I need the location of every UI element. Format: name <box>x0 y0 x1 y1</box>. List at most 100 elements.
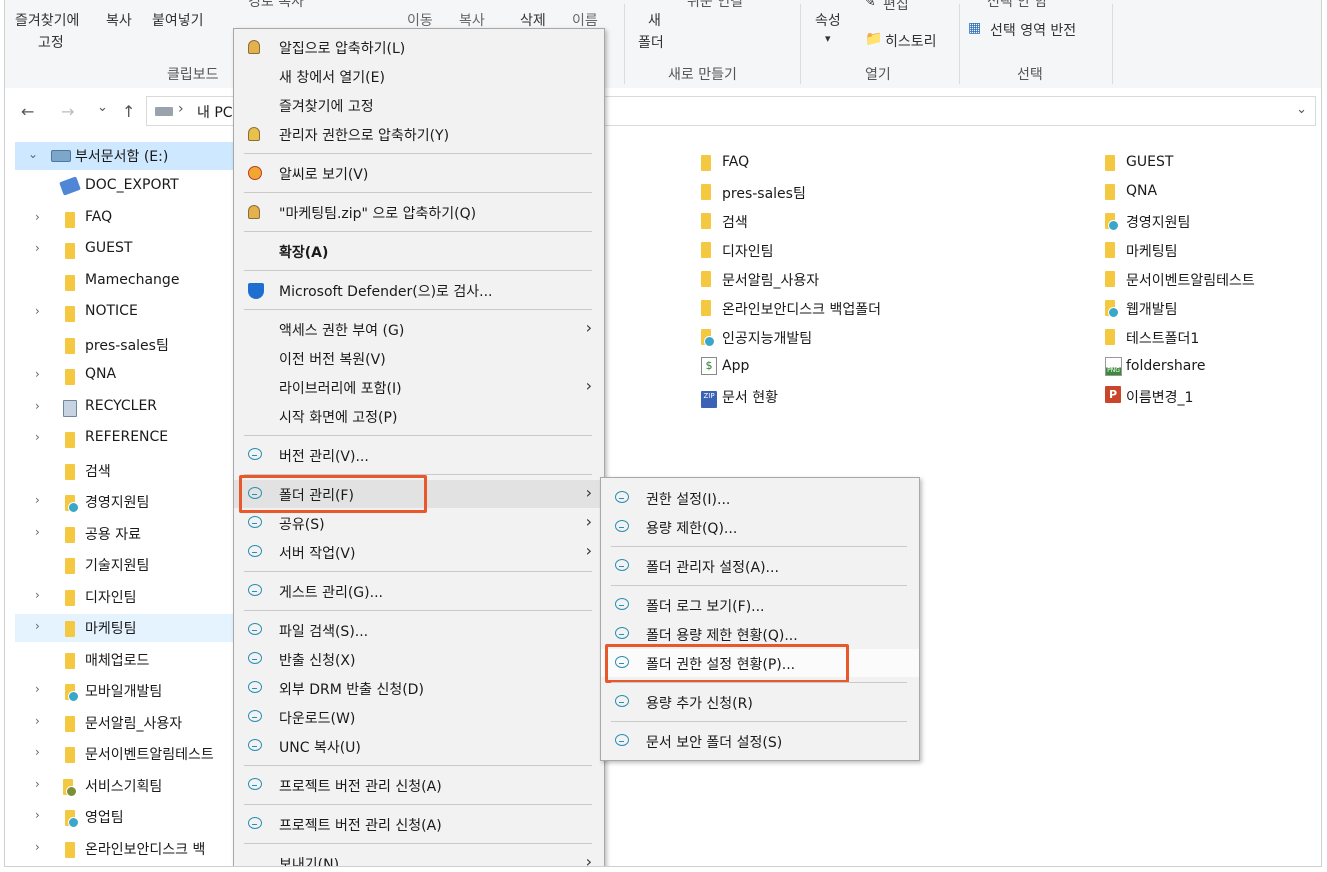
tree-item[interactable]: › 영업팀 <box>15 803 235 831</box>
copy-button[interactable]: 복사 <box>106 10 132 30</box>
tree-item[interactable]: › 모바일개발팀 <box>15 677 235 705</box>
submenu-item-quota-limit[interactable]: 용량 제한(Q)... <box>601 513 919 541</box>
menu-item-defender-scan[interactable]: Microsoft Defender(으)로 검사... <box>234 276 604 304</box>
tree-item[interactable]: › RECYCLER <box>15 394 235 422</box>
menu-item-alsee[interactable]: 알씨로 보기(V) <box>234 159 604 187</box>
tree-item[interactable]: › 서비스기획팀 <box>15 772 235 800</box>
tree-item[interactable]: › QNA <box>15 362 235 390</box>
copy-path-button[interactable]: 경로 복사 <box>248 0 304 11</box>
menu-item-alzip[interactable]: 알집으로 압축하기(L) <box>234 33 604 61</box>
menu-item-admin-compress[interactable]: 관리자 권한으로 압축하기(Y) <box>234 120 604 148</box>
select-none-button[interactable]: 선택 안 함 <box>987 0 1047 11</box>
submenu-item-folder-admin[interactable]: 폴더 관리자 설정(A)... <box>601 552 919 580</box>
move-to-button[interactable]: 이동 <box>407 10 433 30</box>
menu-item-send-to[interactable]: 보내기(N) › <box>234 849 604 866</box>
menu-item-compress-zip[interactable]: "마케팅팀.zip" 으로 압축하기(Q) <box>234 198 604 226</box>
chevron-right-icon[interactable]: › <box>35 430 40 444</box>
forward-button[interactable]: → <box>61 102 74 121</box>
chevron-right-icon[interactable]: › <box>35 210 40 224</box>
chevron-right-icon[interactable]: › <box>35 304 40 318</box>
tree-item[interactable]: › REFERENCE <box>15 425 235 453</box>
menu-item-file-search[interactable]: 파일 검색(S)... <box>234 616 604 644</box>
tree-item[interactable]: › NOTICE <box>15 299 235 327</box>
pin-quick-access-button[interactable]: 즐겨찾기에 <box>15 10 79 30</box>
menu-item-share[interactable]: 공유(S) › <box>234 509 604 537</box>
chevron-right-icon[interactable]: › <box>35 777 40 791</box>
tree-item[interactable]: › 디자인팀 <box>15 583 235 611</box>
new-folder-button[interactable]: 새 <box>648 10 661 30</box>
chevron-right-icon[interactable]: › <box>35 714 40 728</box>
menu-item-version-control[interactable]: 버전 관리(V)... <box>234 441 604 469</box>
menu-item-open-new-window[interactable]: 새 창에서 열기(E) <box>234 62 604 90</box>
tree-item-label: 모바일개발팀 <box>85 684 163 700</box>
paste-button[interactable]: 붙여넣기 <box>152 10 204 30</box>
tree-item-drive[interactable]: ⌄ 부서문서함 (E:) <box>15 142 235 170</box>
delete-button[interactable]: 삭제 <box>520 10 546 30</box>
menu-item-expand[interactable]: 확장(A) <box>234 237 604 265</box>
chevron-right-icon[interactable]: › <box>35 493 40 507</box>
tree-item[interactable]: 기술지원팀 <box>15 551 235 579</box>
menu-item-unc-copy[interactable]: UNC 복사(U) <box>234 732 604 760</box>
tree-item-label: QNA <box>85 366 117 382</box>
menu-item-give-access[interactable]: 액세스 권한 부여 (G) › <box>234 315 604 343</box>
menu-item-download[interactable]: 다운로드(W) <box>234 703 604 731</box>
tree-item[interactable]: › 문서이벤트알림테스트 <box>15 740 235 768</box>
easy-access-button[interactable]: 쉬운 연결 <box>687 0 743 11</box>
menu-item-project-version-2[interactable]: 프로젝트 버전 관리 신청(A) <box>234 810 604 838</box>
submenu-item-add-quota[interactable]: 용량 추가 신청(R) <box>601 688 919 716</box>
invert-selection-button[interactable]: 선택 영역 반전 <box>990 20 1076 40</box>
tree-item[interactable]: › GUEST <box>15 236 235 264</box>
menu-item-server-task[interactable]: 서버 작업(V) › <box>234 538 604 566</box>
menu-item-project-version[interactable]: 프로젝트 버전 관리 신청(A) <box>234 771 604 799</box>
chevron-right-icon[interactable]: › <box>35 399 40 413</box>
up-button[interactable]: ↑ <box>122 102 135 121</box>
tree-item-label: 영업팀 <box>85 810 124 826</box>
submenu-item-secure-folder[interactable]: 문서 보안 폴더 설정(S) <box>601 727 919 755</box>
properties-button[interactable]: 속성 <box>815 10 841 30</box>
menu-item-pin-quick-access[interactable]: 즐겨찾기에 고정 <box>234 91 604 119</box>
menu-item-label: 폴더 용량 제한 현황(Q)... <box>646 628 798 644</box>
menu-item-drm-export[interactable]: 외부 DRM 반출 신청(D) <box>234 674 604 702</box>
properties-dropdown-icon[interactable]: ▾ <box>825 32 831 45</box>
recent-locations-button[interactable]: ⌄ <box>97 100 108 115</box>
tree-item[interactable]: Mamechange <box>15 268 235 296</box>
chevron-down-icon[interactable]: ⌄ <box>28 147 38 161</box>
chevron-right-icon[interactable]: › <box>35 745 40 759</box>
pin-quick-access-label-2[interactable]: 고정 <box>38 32 64 52</box>
back-button[interactable]: ← <box>21 102 34 121</box>
address-dropdown-icon[interactable]: ⌄ <box>1296 102 1307 117</box>
menu-item-guest-management[interactable]: 게스트 관리(G)... <box>234 577 604 605</box>
tree-item[interactable]: 매체업로드 <box>15 646 235 674</box>
chevron-right-icon[interactable]: › <box>35 588 40 602</box>
menu-item-include-library[interactable]: 라이브러리에 포함(I) › <box>234 373 604 401</box>
tree-item[interactable]: 검색 <box>15 457 235 485</box>
breadcrumb-this-pc[interactable]: 내 PC <box>197 102 233 122</box>
tree-item[interactable]: › 온라인보안디스크 백 <box>15 835 235 863</box>
tree-item[interactable]: pres-sales팀 <box>15 331 235 359</box>
chevron-right-icon[interactable]: › <box>35 682 40 696</box>
new-folder-label-2[interactable]: 폴더 <box>638 32 664 52</box>
chevron-right-icon[interactable]: › <box>35 619 40 633</box>
chevron-right-icon[interactable]: › <box>35 808 40 822</box>
rename-button[interactable]: 이름 <box>572 10 598 30</box>
chevron-right-icon[interactable]: › <box>35 840 40 854</box>
submenu-item-permission-settings[interactable]: 권한 설정(I)... <box>601 484 919 512</box>
tree-item[interactable]: › 경영지원팀 <box>15 488 235 516</box>
chevron-right-icon[interactable]: › <box>35 241 40 255</box>
menu-item-export-request[interactable]: 반출 신청(X) <box>234 645 604 673</box>
chevron-right-icon[interactable]: › <box>35 525 40 539</box>
tree-item-marketing[interactable]: › 마케팅팀 <box>15 614 235 642</box>
history-button[interactable]: 히스토리 <box>885 31 937 51</box>
folder-icon <box>701 300 711 320</box>
edit-button[interactable]: 편집 <box>883 0 909 14</box>
tree-item[interactable]: DOC_EXPORT <box>15 173 235 201</box>
tree-item[interactable]: › FAQ <box>15 205 235 233</box>
tree-item[interactable]: › 문서알림_사용자 <box>15 709 235 737</box>
chevron-right-icon[interactable]: › <box>35 367 40 381</box>
copy-to-button[interactable]: 복사 <box>459 10 485 30</box>
submenu-item-folder-log[interactable]: 폴더 로그 보기(F)... <box>601 591 919 619</box>
menu-item-pin-start[interactable]: 시작 화면에 고정(P) <box>234 402 604 430</box>
tree-item[interactable]: › 공용 자료 <box>15 520 235 548</box>
menu-separator <box>244 804 592 805</box>
menu-item-restore-previous[interactable]: 이전 버전 복원(V) <box>234 344 604 372</box>
